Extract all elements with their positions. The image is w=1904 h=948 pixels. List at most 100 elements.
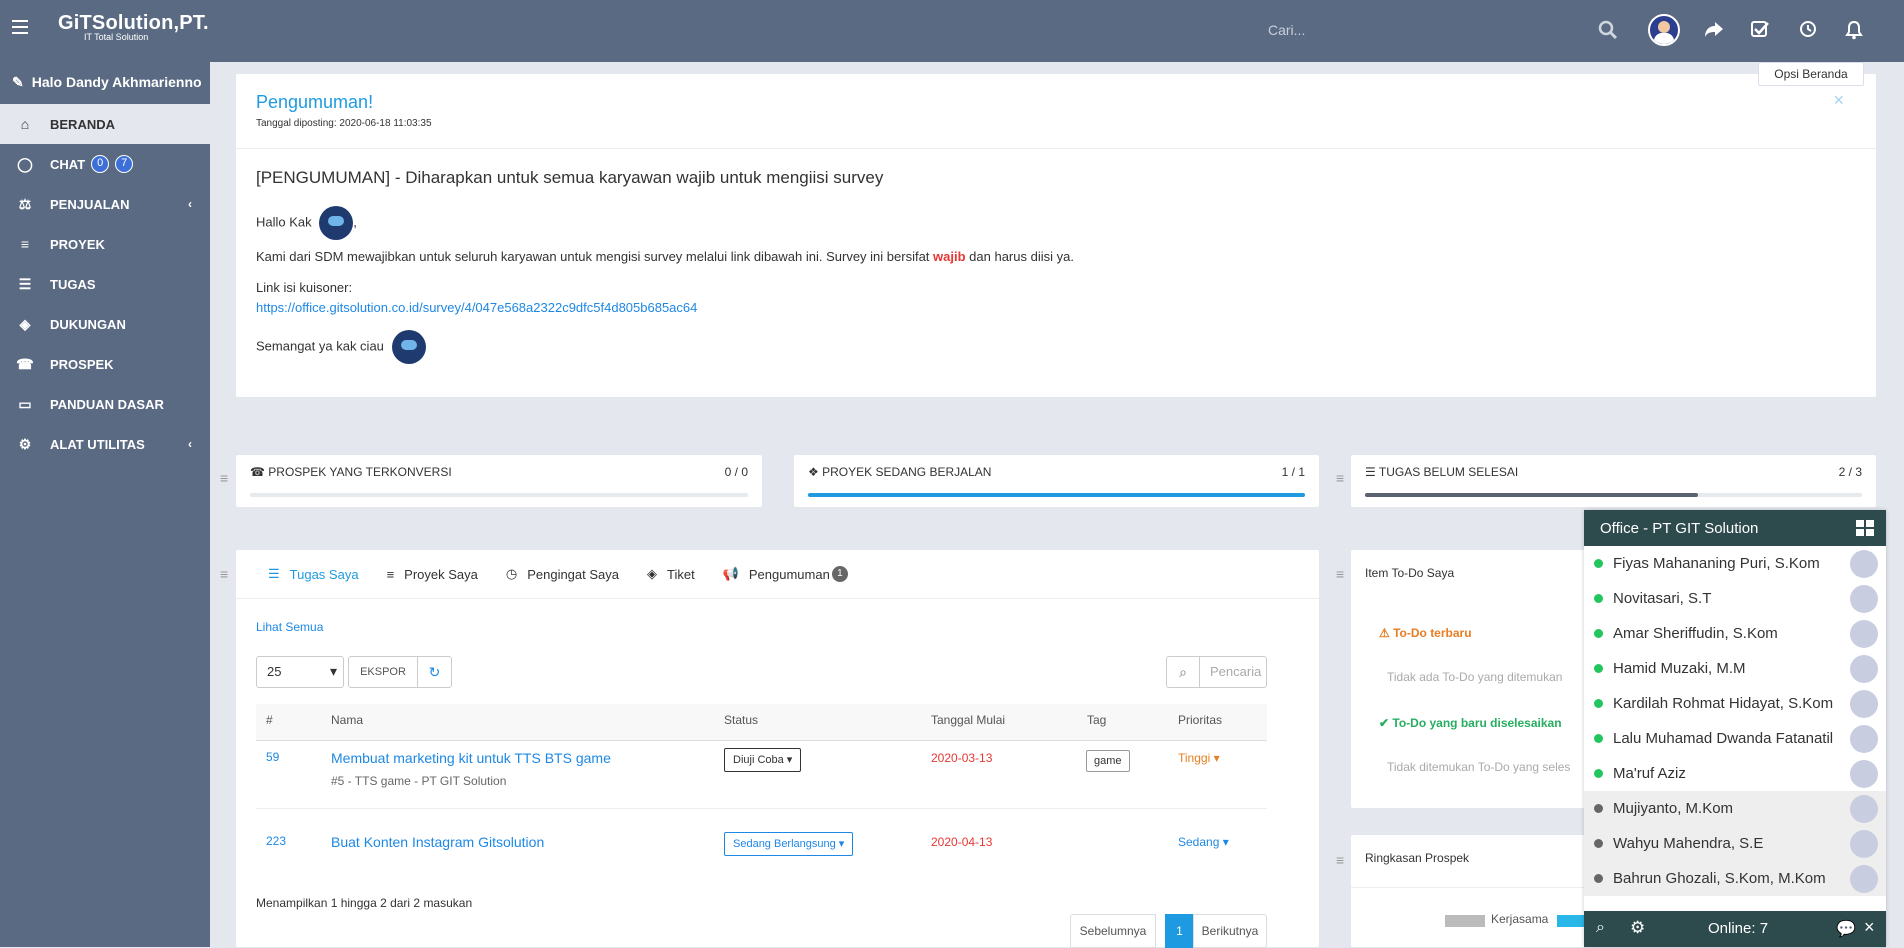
todo-title: Item To-Do Saya [1365,566,1455,580]
chat-user-item[interactable]: Fiyas Mahananing Puri, S.Kom [1584,546,1886,581]
column-header[interactable]: # [266,704,273,740]
chat-user-item[interactable]: Hamid Muzaki, M.M [1584,651,1886,686]
column-header[interactable]: Nama [331,704,363,740]
page-size-select[interactable]: 25 [256,656,344,688]
sidebar-item-beranda[interactable]: ⌂ BERANDA [0,104,210,144]
refresh-icon[interactable]: ↻ [417,656,452,688]
online-status-dot [1594,559,1603,568]
row-id[interactable]: 59 [266,750,279,764]
prev-page-button[interactable]: Sebelumnya [1070,914,1156,948]
search-icon[interactable]: ⌕ [1596,919,1605,937]
chat-icon: ◯ [17,155,33,172]
chat-user-item[interactable]: Novitasari, S.T [1584,581,1886,616]
sidebar-user[interactable]: ✎ Halo Dandy Akhmarienno [12,74,202,91]
survey-link-text[interactable]: https://office.gitsolution.co.id/survey/… [256,300,697,315]
drag-handle-icon[interactable]: ≡ [220,566,228,582]
sidebar-item-prospek[interactable]: ☎ PROSPEK [0,344,210,384]
tab-pengumuman[interactable]: 📢 Pengumuman 1 [723,566,848,582]
close-icon[interactable]: × [1864,917,1875,938]
status-dropdown[interactable]: Sedang Berlangsung ▾ [724,832,854,856]
tab-proyek-saya[interactable]: ≡ Proyek Saya [387,566,478,582]
menu-toggle-icon[interactable] [12,20,28,34]
drag-handle-icon[interactable]: ≡ [220,470,228,486]
bell-icon[interactable] [1842,20,1866,44]
status-label: Sedang Berlangsung [733,838,836,850]
share-icon[interactable] [1702,20,1726,44]
gear-icon[interactable]: ⚙ [1630,918,1645,938]
home-options-button[interactable]: Opsi Beranda [1758,62,1864,86]
chat-header[interactable]: Office - PT GIT Solution [1584,510,1886,546]
legend-swatch [1557,915,1587,927]
chat-user-item[interactable]: Amar Sheriffudin, S.Kom [1584,616,1886,651]
search-icon[interactable] [1596,20,1620,44]
link-label: Link isi kuisoner: [256,280,353,295]
chat-user-item[interactable]: Kardilah Rohmat Hidayat, S.Kom [1584,686,1886,721]
task-name-link[interactable]: Membuat marketing kit untuk TTS BTS game [331,750,611,766]
greeting-line: Hallo Kak [256,214,312,230]
row-id[interactable]: 223 [266,834,286,848]
page-1-button[interactable]: 1 [1165,914,1194,948]
chat-user-item[interactable]: Wahyu Mahendra, S.E [1584,826,1886,861]
offline-status-dot [1594,839,1603,848]
ticket-icon: ◈ [19,315,31,332]
tag-badge[interactable]: game [1086,750,1130,772]
table-search-input[interactable]: Pencaria [1199,656,1267,688]
see-all-link[interactable]: Lihat Semua [256,620,323,634]
sidebar-item-alat[interactable]: ⚙ ALAT UTILITAS ‹ [0,424,210,464]
home-icon: ⌂ [20,116,30,132]
chat-user-item[interactable]: Ma'ruf Aziz [1584,756,1886,791]
sidebar-item-dukungan[interactable]: ◈ DUKUNGAN [0,304,210,344]
tab-tugas-saya[interactable]: ☰ Tugas Saya [268,566,359,582]
stat-label: ☎ PROSPEK YANG TERKONVERSI [250,465,452,479]
clock-icon[interactable] [1796,20,1820,44]
column-header[interactable]: Tag [1087,704,1106,740]
grid-icon[interactable] [1856,520,1874,536]
column-header[interactable]: Prioritas [1178,704,1222,740]
chat-user-item[interactable]: Bahrun Ghozali, S.Kom, M.Kom [1584,861,1886,896]
chat-user-item[interactable]: Mujiyanto, M.Kom [1584,791,1886,826]
sidebar-item-chat[interactable]: ◯ CHAT 0 7 [0,144,210,184]
status-dropdown[interactable]: Diuji Coba ▾ [724,748,802,772]
sidebar-item-penjualan[interactable]: ⚖ PENJUALAN ‹ [0,184,210,224]
sidebar-item-panduan[interactable]: ▭ PANDUAN DASAR [0,384,210,424]
chat-user-item[interactable]: Lalu Muhamad Dwanda Fatanatil [1584,721,1886,756]
todo-done-empty: Tidak ditemukan To-Do yang seles [1387,760,1571,774]
drag-handle-icon[interactable]: ≡ [1336,566,1344,582]
next-page-button[interactable]: Berikutnya [1193,914,1267,948]
priority-dropdown[interactable]: Sedang ▾ [1178,835,1229,849]
user-avatar[interactable] [1648,14,1680,46]
avatar [1850,830,1878,858]
comments-icon[interactable]: 💬 [1836,919,1856,939]
tab-label: Pengumuman [748,566,830,582]
close-icon[interactable]: × [1833,90,1844,111]
avatar [1850,795,1878,823]
task-tabs: ☰ Tugas Saya ≡ Proyek Saya ◷ Pengingat Saya… [268,566,876,582]
folder-open-icon: ▭ [18,395,32,412]
avatar [1850,585,1878,613]
export-button[interactable]: EKSPOR [348,656,418,688]
status-label: Diuji Coba [733,754,784,766]
chat-user-name: Novitasari, S.T [1613,590,1712,607]
app-logo[interactable]: GiTSolution,PT. IT Total Solution [58,12,209,42]
tab-tiket[interactable]: ◈ Tiket [647,566,695,582]
column-header[interactable]: Tanggal Mulai [931,704,1005,740]
summary-title: Ringkasan Prospek [1365,851,1470,865]
online-status-dot [1594,664,1603,673]
column-header[interactable]: Status [724,704,758,740]
stat-label: ❖ PROYEK SEDANG BERJALAN [808,465,991,479]
check-square-icon[interactable] [1748,20,1772,44]
sidebar-item-tugas[interactable]: ☰ TUGAS [0,264,210,304]
sidebar-item-proyek[interactable]: ≡ PROYEK [0,224,210,264]
sidebar-item-label: PROSPEK [50,356,114,372]
priority-dropdown[interactable]: Tinggi ▾ [1178,751,1220,765]
global-search-input[interactable]: Cari... [1268,22,1305,38]
drag-handle-icon[interactable]: ≡ [1336,852,1344,868]
pin-icon: ✎ [12,74,24,90]
drag-handle-icon[interactable]: ≡ [1336,470,1344,486]
tab-pengingat-saya[interactable]: ◷ Pengingat Saya [506,566,619,582]
clock-icon: ◷ [505,566,518,581]
chevron-left-icon: ‹ [188,437,192,451]
task-name-link[interactable]: Buat Konten Instagram Gitsolution [331,834,544,850]
chat-footer: ⌕ ⚙ Online: 7 💬 × [1584,911,1886,947]
survey-link[interactable]: https://office.gitsolution.co.id/survey/… [256,300,697,315]
